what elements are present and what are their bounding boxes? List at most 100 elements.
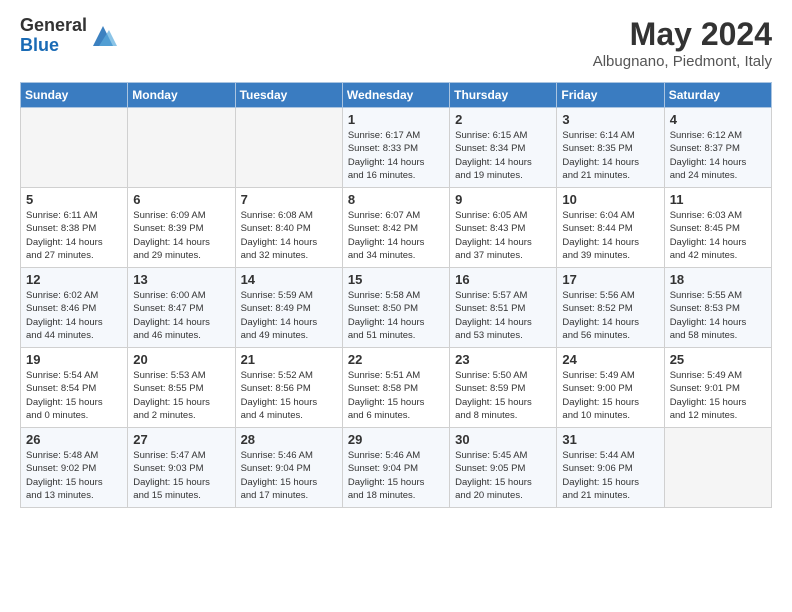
day-number: 29 [348, 432, 444, 447]
calendar-cell [235, 108, 342, 188]
day-number: 27 [133, 432, 229, 447]
day-info: Sunrise: 5:46 AM Sunset: 9:04 PM Dayligh… [241, 449, 337, 502]
calendar-cell [128, 108, 235, 188]
day-number: 30 [455, 432, 551, 447]
day-info: Sunrise: 5:59 AM Sunset: 8:49 PM Dayligh… [241, 289, 337, 342]
weekday-header: Tuesday [235, 83, 342, 108]
calendar-cell: 26 Sunrise: 5:48 AM Sunset: 9:02 PM Dayli… [21, 428, 128, 508]
day-number: 19 [26, 352, 122, 367]
day-number: 25 [670, 352, 766, 367]
day-number: 5 [26, 192, 122, 207]
day-number: 15 [348, 272, 444, 287]
day-info: Sunrise: 5:51 AM Sunset: 8:58 PM Dayligh… [348, 369, 444, 422]
header: General Blue May 2024 Albugnano, Piedmon… [20, 16, 772, 70]
day-info: Sunrise: 6:04 AM Sunset: 8:44 PM Dayligh… [562, 209, 658, 262]
weekday-header: Friday [557, 83, 664, 108]
month-title: May 2024 [593, 16, 772, 53]
weekday-header: Sunday [21, 83, 128, 108]
calendar-cell: 25Sunrise: 5:49 AM Sunset: 9:01 PM Dayli… [664, 348, 771, 428]
day-number: 9 [455, 192, 551, 207]
day-number: 2 [455, 112, 551, 127]
day-info: Sunrise: 5:46 AM Sunset: 9:04 PM Dayligh… [348, 449, 444, 502]
calendar-cell: 21 Sunrise: 5:52 AM Sunset: 8:56 PM Dayli… [235, 348, 342, 428]
calendar-cell: 6 Sunrise: 6:09 AM Sunset: 8:39 PM Daylig… [128, 188, 235, 268]
day-number: 12 [26, 272, 122, 287]
day-number: 4 [670, 112, 766, 127]
calendar-cell [664, 428, 771, 508]
weekday-header: Monday [128, 83, 235, 108]
day-info: Sunrise: 6:05 AM Sunset: 8:43 PM Dayligh… [455, 209, 551, 262]
day-number: 28 [241, 432, 337, 447]
page: General Blue May 2024 Albugnano, Piedmon… [0, 0, 792, 524]
calendar-cell: 8 Sunrise: 6:07 AM Sunset: 8:42 PM Daylig… [342, 188, 449, 268]
calendar-cell: 23 Sunrise: 5:50 AM Sunset: 8:59 PM Dayli… [450, 348, 557, 428]
day-number: 24 [562, 352, 658, 367]
calendar-table: SundayMondayTuesdayWednesdayThursdayFrid… [20, 82, 772, 508]
day-number: 16 [455, 272, 551, 287]
day-number: 21 [241, 352, 337, 367]
calendar-week-row: 19 Sunrise: 5:54 AM Sunset: 8:54 PM Dayli… [21, 348, 772, 428]
weekday-header: Wednesday [342, 83, 449, 108]
day-number: 10 [562, 192, 658, 207]
logo-blue: Blue [20, 35, 59, 55]
calendar-cell: 1Sunrise: 6:17 AM Sunset: 8:33 PM Daylig… [342, 108, 449, 188]
calendar-cell: 13 Sunrise: 6:00 AM Sunset: 8:47 PM Dayli… [128, 268, 235, 348]
calendar-cell: 31 Sunrise: 5:44 AM Sunset: 9:06 PM Dayli… [557, 428, 664, 508]
calendar-cell: 18 Sunrise: 5:55 AM Sunset: 8:53 PM Dayli… [664, 268, 771, 348]
day-info: Sunrise: 6:14 AM Sunset: 8:35 PM Dayligh… [562, 129, 658, 182]
calendar-cell: 22Sunrise: 5:51 AM Sunset: 8:58 PM Dayli… [342, 348, 449, 428]
day-info: Sunrise: 6:11 AM Sunset: 8:38 PM Dayligh… [26, 209, 122, 262]
logo-text: General Blue [20, 16, 87, 56]
calendar-cell: 11 Sunrise: 6:03 AM Sunset: 8:45 PM Dayli… [664, 188, 771, 268]
day-number: 31 [562, 432, 658, 447]
day-info: Sunrise: 5:55 AM Sunset: 8:53 PM Dayligh… [670, 289, 766, 342]
calendar-week-row: 1Sunrise: 6:17 AM Sunset: 8:33 PM Daylig… [21, 108, 772, 188]
day-info: Sunrise: 5:48 AM Sunset: 9:02 PM Dayligh… [26, 449, 122, 502]
day-info: Sunrise: 6:07 AM Sunset: 8:42 PM Dayligh… [348, 209, 444, 262]
calendar-cell: 27 Sunrise: 5:47 AM Sunset: 9:03 PM Dayli… [128, 428, 235, 508]
calendar-cell: 7Sunrise: 6:08 AM Sunset: 8:40 PM Daylig… [235, 188, 342, 268]
day-info: Sunrise: 6:02 AM Sunset: 8:46 PM Dayligh… [26, 289, 122, 342]
day-info: Sunrise: 6:09 AM Sunset: 8:39 PM Dayligh… [133, 209, 229, 262]
day-info: Sunrise: 5:53 AM Sunset: 8:55 PM Dayligh… [133, 369, 229, 422]
weekday-header: Thursday [450, 83, 557, 108]
calendar-cell: 29 Sunrise: 5:46 AM Sunset: 9:04 PM Dayli… [342, 428, 449, 508]
day-info: Sunrise: 6:12 AM Sunset: 8:37 PM Dayligh… [670, 129, 766, 182]
calendar-cell: 5 Sunrise: 6:11 AM Sunset: 8:38 PM Daylig… [21, 188, 128, 268]
day-info: Sunrise: 6:17 AM Sunset: 8:33 PM Dayligh… [348, 129, 444, 182]
day-info: Sunrise: 5:47 AM Sunset: 9:03 PM Dayligh… [133, 449, 229, 502]
calendar-cell [21, 108, 128, 188]
title-block: May 2024 Albugnano, Piedmont, Italy [593, 16, 772, 70]
calendar-cell: 9 Sunrise: 6:05 AM Sunset: 8:43 PM Daylig… [450, 188, 557, 268]
day-number: 6 [133, 192, 229, 207]
calendar-cell: 14 Sunrise: 5:59 AM Sunset: 8:49 PM Dayli… [235, 268, 342, 348]
calendar-body: 1Sunrise: 6:17 AM Sunset: 8:33 PM Daylig… [21, 108, 772, 508]
day-number: 11 [670, 192, 766, 207]
day-info: Sunrise: 5:44 AM Sunset: 9:06 PM Dayligh… [562, 449, 658, 502]
day-info: Sunrise: 5:54 AM Sunset: 8:54 PM Dayligh… [26, 369, 122, 422]
weekday-header-row: SundayMondayTuesdayWednesdayThursdayFrid… [21, 83, 772, 108]
calendar-cell: 15 Sunrise: 5:58 AM Sunset: 8:50 PM Dayli… [342, 268, 449, 348]
day-number: 23 [455, 352, 551, 367]
day-number: 8 [348, 192, 444, 207]
day-info: Sunrise: 6:03 AM Sunset: 8:45 PM Dayligh… [670, 209, 766, 262]
day-info: Sunrise: 5:56 AM Sunset: 8:52 PM Dayligh… [562, 289, 658, 342]
day-info: Sunrise: 5:52 AM Sunset: 8:56 PM Dayligh… [241, 369, 337, 422]
weekday-header: Saturday [664, 83, 771, 108]
day-number: 13 [133, 272, 229, 287]
calendar-cell: 28 Sunrise: 5:46 AM Sunset: 9:04 PM Dayli… [235, 428, 342, 508]
day-number: 14 [241, 272, 337, 287]
calendar-cell: 3Sunrise: 6:14 AM Sunset: 8:35 PM Daylig… [557, 108, 664, 188]
day-number: 26 [26, 432, 122, 447]
day-number: 18 [670, 272, 766, 287]
day-info: Sunrise: 5:50 AM Sunset: 8:59 PM Dayligh… [455, 369, 551, 422]
day-number: 20 [133, 352, 229, 367]
calendar-cell: 10 Sunrise: 6:04 AM Sunset: 8:44 PM Dayli… [557, 188, 664, 268]
day-number: 17 [562, 272, 658, 287]
day-info: Sunrise: 5:49 AM Sunset: 9:00 PM Dayligh… [562, 369, 658, 422]
calendar-cell: 19 Sunrise: 5:54 AM Sunset: 8:54 PM Dayli… [21, 348, 128, 428]
day-info: Sunrise: 6:08 AM Sunset: 8:40 PM Dayligh… [241, 209, 337, 262]
day-info: Sunrise: 6:00 AM Sunset: 8:47 PM Dayligh… [133, 289, 229, 342]
day-info: Sunrise: 5:58 AM Sunset: 8:50 PM Dayligh… [348, 289, 444, 342]
calendar-week-row: 5 Sunrise: 6:11 AM Sunset: 8:38 PM Daylig… [21, 188, 772, 268]
